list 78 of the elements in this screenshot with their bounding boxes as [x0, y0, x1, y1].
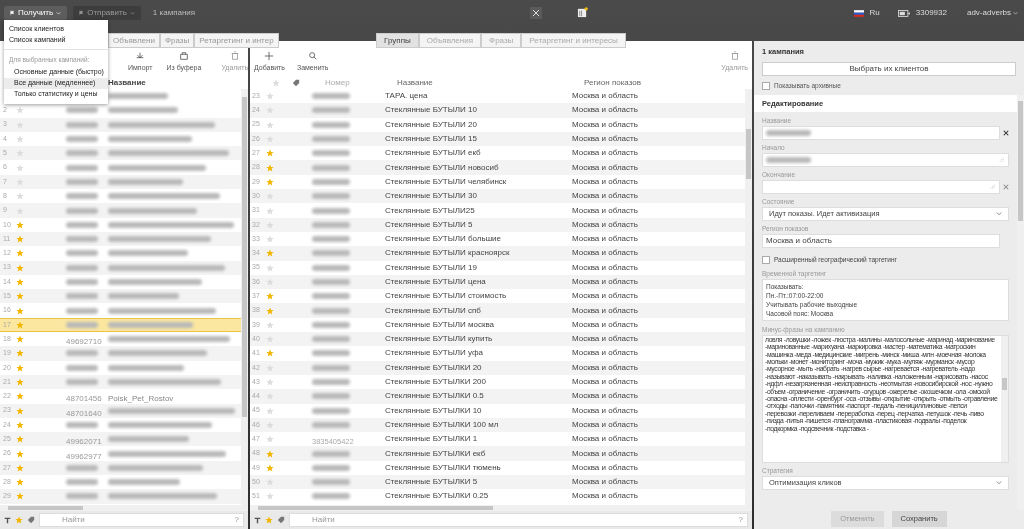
table-cell-text: Стеклянные БУТЫЛИ большие	[385, 233, 502, 246]
table-cell-text: Стеклянные БУТЫЛИ 5	[385, 218, 474, 231]
table-cell: Москва и область	[572, 461, 638, 474]
table-cell: Москва и область	[572, 304, 638, 317]
table-cell: Москва и область	[572, 433, 638, 446]
choose-clients-button[interactable]: Выбрать их клиентов	[762, 62, 1016, 77]
column-header[interactable]: Регион показов	[584, 77, 641, 89]
table-cell-text: ТАРА. цена	[385, 90, 429, 103]
table-cell: Москва и область	[572, 476, 638, 489]
balance-text: 3309932	[915, 7, 947, 19]
table-cell-text: Стеклянные БУТЫЛКИ тюмень	[385, 461, 502, 474]
table-cell: Москва и область	[572, 247, 638, 260]
table-cell: Москва и область	[572, 318, 638, 331]
table-cell-text: Стеклянные БУТЫЛИ челябинск	[385, 175, 508, 188]
table-cell: Москва и область	[572, 490, 638, 503]
table-cell-text: Стеклянные БУТЫЛКИ 5	[385, 476, 479, 489]
table-cell: Москва и область	[572, 104, 638, 117]
receive-button[interactable]: Получить	[4, 6, 68, 20]
column-header[interactable]: Название	[397, 77, 584, 89]
table-cell-text: Стеклянные БУТЫЛИ красноярск	[385, 247, 511, 260]
table-cell: Москва и область	[572, 333, 638, 346]
table-cell: Москва и область	[572, 404, 638, 417]
table-cell: Москва и область	[572, 418, 638, 431]
table-cell: Москва и область	[572, 161, 638, 174]
input-field[interactable]: Москва и область	[762, 234, 1000, 248]
send-button[interactable]: Отправить	[73, 6, 141, 20]
table-cell-text: Стеклянные БУТЫЛКИ 0.25	[385, 490, 490, 503]
table-cell-text: Стеклянные БУТЫЛКИ 200	[385, 376, 487, 389]
table-cell: Москва и область	[572, 133, 638, 146]
language-label[interactable]: Ru	[869, 7, 880, 19]
table-cell: Москва и область	[572, 376, 638, 389]
table-cell-text: Стеклянные БУТЫЛИ спб	[385, 304, 482, 317]
table-cell: Москва и область	[572, 118, 638, 131]
table-cell: 48701456	[66, 394, 102, 404]
table-cell-text: Стеклянные БУТЫЛКИ 10	[385, 404, 483, 417]
table-cell: Москва и область	[572, 347, 638, 360]
table-cell-text: Стеклянные БУТЫЛИ новосиб	[385, 161, 500, 174]
table-cell: Москва и область	[572, 361, 638, 374]
search-input: Найти	[62, 514, 235, 526]
column-header[interactable]: Название	[108, 77, 146, 89]
table-cell: Москва и область	[572, 190, 638, 203]
table-cell-text: Стеклянные БУТЫЛКИ 1	[385, 433, 479, 446]
table-cell-text: Стеклянные БУТЫЛИ 20	[385, 118, 478, 131]
table-cell-text: Стеклянные БУТЫЛИ москва	[385, 318, 496, 331]
table-cell-text: Стеклянные БУТЫЛИ 19	[385, 261, 478, 274]
table-cell-text: Стеклянные БУТЫЛКИ 100 мл	[385, 418, 500, 431]
table-cell-text: Стеклянные БУТЫЛИ купить	[385, 333, 494, 346]
table-cell-text: Стеклянные БУТЫЛИ цена	[385, 276, 487, 288]
table-cell: Москва и область	[572, 447, 638, 460]
table-cell-text: Стеклянные БУТЫЛИ 15	[385, 133, 478, 146]
table-cell: Москва и область	[572, 204, 638, 217]
table-cell: Москва и область	[572, 390, 638, 403]
table-cell: 48701640	[66, 408, 102, 418]
table-cell: 49962977	[66, 451, 102, 461]
table-cell-text: Стеклянные БУТЫЛИ стоимость	[385, 290, 508, 303]
table-cell: Москва и область	[572, 276, 638, 288]
table-cell: Москва и область	[572, 233, 638, 246]
table-cell-text: Стеклянные БУТЫЛКИ 20	[385, 361, 483, 374]
table-cell: Москва и область	[572, 261, 638, 274]
table-cell: Москва и область	[572, 90, 638, 103]
user-menu[interactable]: adv-adverbs	[966, 7, 1020, 19]
table-cell: Москва и область	[572, 218, 638, 231]
table-cell: 49692710	[66, 337, 102, 347]
table-cell: Москва и область	[572, 147, 638, 160]
search-input: Найти	[312, 514, 739, 526]
table-cell-text: Стеклянные БУТЫЛКИ екб	[385, 447, 487, 460]
table-cell-text: Стеклянные БУТЫЛИ 30	[385, 190, 478, 203]
table-cell: Poisk_Pet_Rostov	[108, 394, 174, 404]
table-cell: Москва и область	[572, 290, 638, 303]
table-cell-text: Стеклянные БУТЫЛИ 10	[385, 104, 478, 117]
table-cell: 49962071	[66, 437, 102, 447]
table-cell-text: Стеклянные БУТЫЛКИ 0.5	[385, 390, 485, 403]
table-cell: Москва и область	[572, 175, 638, 188]
table-cell-text: Стеклянные БУТЫЛИ25	[385, 204, 476, 217]
table-cell-text: Стеклянные БУТЫЛИ екб	[385, 147, 482, 160]
selection-count: 1 кампания	[152, 7, 196, 19]
table-cell-text: Стеклянные БУТЫЛИ уфа	[385, 347, 484, 360]
tab[interactable]: Группы	[376, 33, 419, 48]
